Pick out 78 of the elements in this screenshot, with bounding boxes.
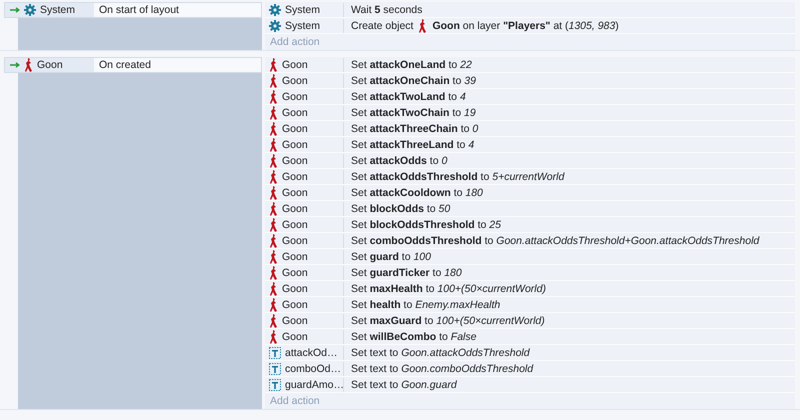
action-text[interactable]: Set attackOddsThreshold to 5+currentWorld	[351, 170, 564, 182]
figure-icon	[269, 250, 278, 264]
figure-icon	[269, 138, 278, 152]
figure-icon	[269, 122, 278, 136]
object-name: Goon	[282, 298, 308, 310]
action-text[interactable]: Set willBeCombo to False	[351, 330, 476, 342]
action-text[interactable]: Set attackThreeLand to 4	[351, 138, 474, 150]
object-name: Goon	[282, 58, 308, 70]
action-text[interactable]: Create object	[351, 20, 414, 32]
action-text[interactable]: Set attackOneLand to 22	[351, 58, 472, 70]
action-text[interactable]: Set guard to 100	[351, 250, 431, 262]
object-name: System	[40, 4, 76, 16]
gear-icon	[269, 20, 281, 32]
figure-icon	[269, 154, 278, 168]
action-text[interactable]: Set maxHealth to 100+(50×currentWorld)	[351, 282, 546, 294]
object-name: Goon	[282, 170, 308, 182]
action-text[interactable]: Set text to Goon.comboOddsThreshold	[351, 362, 534, 374]
figure-icon	[24, 58, 33, 72]
object-name: Goon	[282, 74, 308, 86]
object-name: Goon	[282, 186, 308, 198]
figure-icon	[269, 186, 278, 200]
figure-icon	[269, 266, 278, 280]
arrow-icon	[10, 7, 20, 13]
object-name: comboOd…	[285, 362, 342, 374]
object-name: Goon	[282, 106, 308, 118]
action-text[interactable]: Goon on layer "Players" at (1305, 983)	[432, 20, 619, 32]
action-text[interactable]: Set attackTwoChain to 19	[351, 106, 476, 118]
object-name: guardAmo…	[285, 378, 344, 390]
object-name: Goon	[282, 122, 308, 134]
figure-icon	[269, 330, 278, 344]
action-text[interactable]: Set attackTwoLand to 4	[351, 90, 466, 102]
action-text[interactable]: Set blockOddsThreshold to 25	[351, 218, 501, 230]
condition-text[interactable]: On created	[94, 58, 261, 72]
figure-icon	[269, 298, 278, 312]
object-name: Goon	[282, 90, 308, 102]
object-name: Goon	[282, 330, 308, 342]
action-text[interactable]: Set text to Goon.attackOddsThreshold	[351, 346, 530, 358]
object-name: Goon	[282, 314, 308, 326]
figure-icon	[269, 106, 278, 120]
action-text[interactable]: Wait 5 seconds	[351, 4, 422, 16]
text-object-icon	[269, 346, 281, 358]
figure-icon	[269, 170, 278, 184]
figure-icon	[269, 58, 278, 72]
figure-icon	[269, 74, 278, 88]
object-name: Goon	[282, 218, 308, 230]
action-text[interactable]: Set text to Goon.guard	[351, 378, 457, 390]
action-text[interactable]: Set blockOdds to 50	[351, 202, 450, 214]
figure-icon	[269, 234, 278, 248]
text-object-icon	[269, 362, 281, 374]
figure-icon	[269, 218, 278, 232]
action-text[interactable]: Set maxGuard to 100+(50×currentWorld)	[351, 314, 545, 326]
object-name: System	[285, 4, 320, 16]
object-name: System	[285, 20, 320, 32]
object-name: Goon	[282, 282, 308, 294]
action-text[interactable]: Set attackCooldown to 180	[351, 186, 483, 198]
action-text[interactable]: Set attackThreeChain to 0	[351, 122, 478, 134]
action-text[interactable]: Set comboOddsThreshold to Goon.attackOddsThreshold+Goon.attackOddsThreshold	[351, 234, 760, 246]
figure-icon	[269, 314, 278, 328]
action-text[interactable]: Set guardTicker to 180	[351, 266, 462, 278]
object-name: Goon	[282, 266, 308, 278]
figure-icon	[269, 282, 278, 296]
figure-icon	[418, 18, 428, 32]
arrow-icon	[10, 62, 20, 68]
action-text[interactable]: Set attackOneChain to 39	[351, 74, 476, 86]
object-name: attackOd…	[285, 346, 338, 358]
object-name: Goon	[282, 250, 308, 262]
object-name: Goon	[282, 202, 308, 214]
object-name: Goon	[282, 234, 308, 246]
figure-icon	[269, 90, 278, 104]
object-name: Goon	[37, 59, 63, 71]
text-object-icon	[269, 378, 281, 390]
object-name: Goon	[282, 138, 308, 150]
figure-icon	[269, 202, 278, 216]
object-name: Goon	[282, 154, 308, 166]
action-text[interactable]: Set health to Enemy.maxHealth	[351, 298, 500, 310]
action-text[interactable]: Set attackOdds to 0	[351, 154, 448, 166]
condition-text[interactable]: On start of layout	[94, 3, 261, 17]
gear-icon	[269, 4, 281, 16]
